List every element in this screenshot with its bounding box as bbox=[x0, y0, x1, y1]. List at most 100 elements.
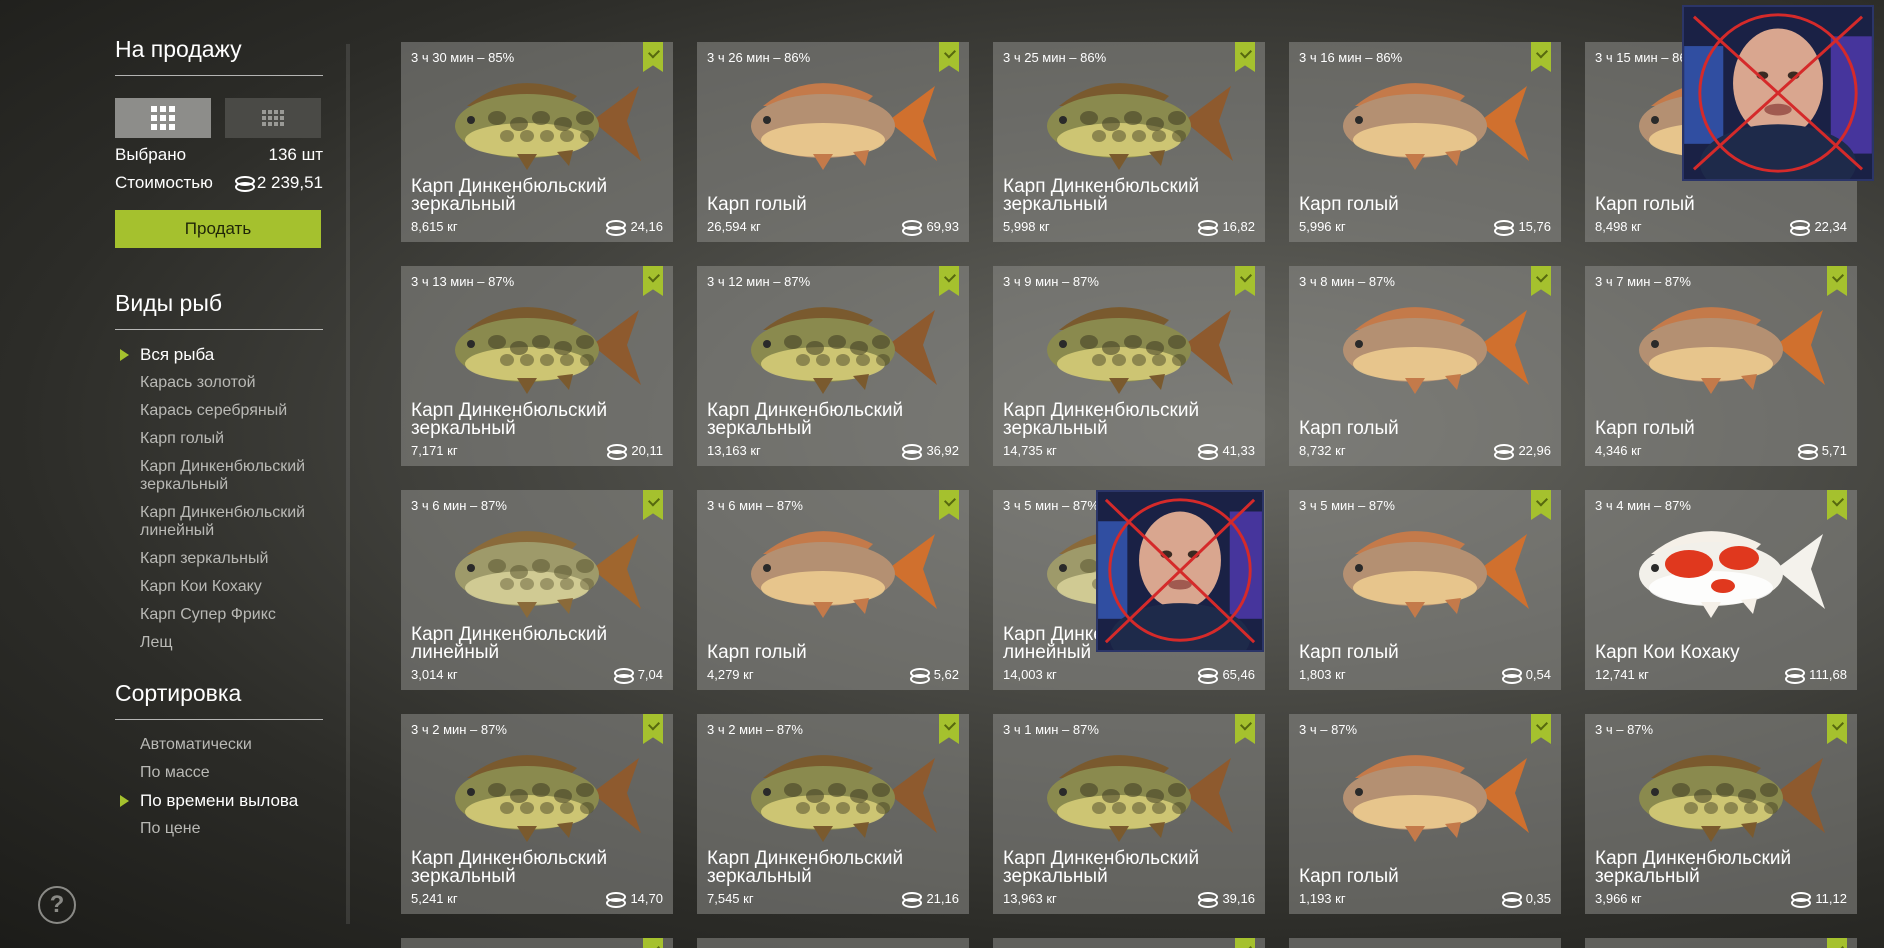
fish-name: Карп Кои Кохаку bbox=[1595, 642, 1740, 663]
fish-name: Карп голый bbox=[1595, 418, 1695, 439]
fish-card-partial[interactable] bbox=[401, 938, 673, 948]
coins-icon bbox=[902, 891, 923, 908]
fish-card[interactable]: 3 ч 13 мин – 87% Карп Динкенбюльский зер… bbox=[401, 266, 673, 466]
fish-weight: 5,241 кг bbox=[411, 891, 458, 906]
fish-card-partial[interactable] bbox=[1585, 938, 1857, 948]
fish-image bbox=[751, 83, 937, 170]
sort-option-item[interactable]: По цене bbox=[115, 820, 323, 838]
fish-card-partial[interactable] bbox=[1289, 938, 1561, 948]
fish-price-value: 14,70 bbox=[630, 891, 663, 906]
fish-card[interactable]: 3 ч 25 мин – 86% Карп Динкенбюльский зер… bbox=[993, 42, 1265, 242]
fish-price: 14,70 bbox=[606, 891, 663, 908]
fish-image bbox=[1343, 755, 1529, 842]
fish-card[interactable]: 3 ч 5 мин – 87% Карп голый 1,803 кг 0,54 bbox=[1289, 490, 1561, 690]
coins-icon bbox=[1501, 891, 1522, 908]
catch-time: 3 ч 12 мин – 87% bbox=[707, 274, 811, 289]
fish-name: Карп голый bbox=[1299, 866, 1399, 887]
fish-price-value: 21,16 bbox=[926, 891, 959, 906]
catch-time: 3 ч 5 мин – 87% bbox=[1003, 498, 1099, 513]
species-filter-item[interactable]: Карп Динкенбюльский зеркальный bbox=[115, 458, 323, 494]
fish-price: 0,54 bbox=[1501, 667, 1551, 684]
fish-weight: 3,966 кг bbox=[1595, 891, 1642, 906]
species-filter-item[interactable]: Карась золотой bbox=[115, 374, 323, 392]
fish-name: Карп Динкенбюльский зеркальный bbox=[1003, 400, 1200, 439]
fish-image bbox=[1343, 307, 1529, 394]
fish-price: 22,34 bbox=[1790, 219, 1847, 236]
fish-card[interactable]: 3 ч 1 мин – 87% Карп Динкенбюльский зерк… bbox=[993, 714, 1265, 914]
sort-option-item[interactable]: Автоматически bbox=[115, 736, 323, 754]
species-filter-item[interactable]: Карп зеркальный bbox=[115, 550, 323, 568]
fish-image bbox=[1343, 83, 1529, 170]
fish-card[interactable]: 3 ч 8 мин – 87% Карп голый 8,732 кг 22,9… bbox=[1289, 266, 1561, 466]
fish-card[interactable]: 3 ч 2 мин – 87% Карп Динкенбюльский зерк… bbox=[401, 714, 673, 914]
fish-card[interactable]: 3 ч 16 мин – 86% Карп голый 5,996 кг 15,… bbox=[1289, 42, 1561, 242]
species-filter-item[interactable]: Карп голый bbox=[115, 430, 323, 448]
species-filter-item[interactable]: Вся рыба bbox=[115, 346, 323, 364]
coins-icon bbox=[1791, 891, 1812, 908]
fish-name: Карп Динкенбюльский зеркальный bbox=[411, 176, 608, 215]
catch-time: 3 ч 5 мин – 87% bbox=[1299, 498, 1395, 513]
species-filter-item[interactable]: Карп Динкенбюльский линейный bbox=[115, 504, 323, 540]
coins-icon bbox=[909, 667, 930, 684]
coins-icon bbox=[1198, 443, 1219, 460]
large-grid-view-button[interactable] bbox=[115, 98, 211, 138]
coins-icon bbox=[1198, 219, 1219, 236]
fish-price-value: 22,96 bbox=[1518, 443, 1551, 458]
fish-card-partial[interactable] bbox=[697, 938, 969, 948]
fish-price-value: 39,16 bbox=[1222, 891, 1255, 906]
fish-price-value: 15,76 bbox=[1518, 219, 1551, 234]
fish-card[interactable]: 3 ч 4 мин – 87% Карп Кои Кохаку 12,741 к… bbox=[1585, 490, 1857, 690]
fish-card[interactable]: 3 ч 6 мин – 87% Карп голый 4,279 кг 5,62 bbox=[697, 490, 969, 690]
fish-name: Карп Динкенбюльский линейный bbox=[411, 624, 608, 663]
species-filter-item[interactable]: Карп Кои Кохаку bbox=[115, 578, 323, 596]
catch-time: 3 ч 30 мин – 85% bbox=[411, 50, 515, 65]
fish-weight: 14,735 кг bbox=[1003, 443, 1057, 458]
fish-card[interactable]: 3 ч 9 мин – 87% Карп Динкенбюльский зерк… bbox=[993, 266, 1265, 466]
fish-name: Карп Динкенбюльский зеркальный bbox=[411, 848, 608, 887]
help-icon[interactable]: ? bbox=[38, 886, 76, 924]
coins-icon bbox=[607, 443, 628, 460]
fish-weight: 8,498 кг bbox=[1595, 219, 1642, 234]
sort-option-item[interactable]: По времени вылова bbox=[115, 792, 323, 810]
fish-card[interactable]: 3 ч 30 мин – 85% Карп Динкенбюльский зер… bbox=[401, 42, 673, 242]
fish-name: Карп голый bbox=[707, 642, 807, 663]
catch-time: 3 ч 7 мин – 87% bbox=[1595, 274, 1691, 289]
fish-image bbox=[1047, 755, 1233, 842]
fish-card-partial[interactable] bbox=[993, 938, 1265, 948]
coins-icon bbox=[1790, 219, 1811, 236]
fish-price: 69,93 bbox=[902, 219, 959, 236]
species-filter-item[interactable]: Лещ bbox=[115, 634, 323, 652]
fish-card[interactable]: 3 ч 2 мин – 87% Карп Динкенбюльский зерк… bbox=[697, 714, 969, 914]
fish-price: 22,96 bbox=[1494, 443, 1551, 460]
sidebar-divider bbox=[346, 44, 350, 924]
cost-label: Стоимостью bbox=[115, 173, 213, 192]
species-filter-item[interactable]: Карп Супер Фрикс bbox=[115, 606, 323, 624]
fish-card[interactable]: 3 ч 12 мин – 87% Карп Динкенбюльский зер… bbox=[697, 266, 969, 466]
fish-price-value: 36,92 bbox=[926, 443, 959, 458]
selected-check-icon[interactable] bbox=[643, 938, 663, 948]
coins-icon bbox=[1494, 443, 1515, 460]
fish-card[interactable]: 3 ч 7 мин – 87% Карп голый 4,346 кг 5,71 bbox=[1585, 266, 1857, 466]
selected-check-icon[interactable] bbox=[1827, 938, 1847, 948]
webcam-person-image bbox=[1684, 7, 1872, 179]
catch-time: 3 ч – 87% bbox=[1299, 722, 1358, 737]
fish-name: Карп голый bbox=[1299, 418, 1399, 439]
catch-time: 3 ч 8 мин – 87% bbox=[1299, 274, 1395, 289]
fish-image bbox=[455, 755, 641, 842]
sort-option-item[interactable]: По массе bbox=[115, 764, 323, 782]
selected-check-icon[interactable] bbox=[1235, 938, 1255, 948]
coins-icon bbox=[1198, 891, 1219, 908]
fish-card[interactable]: 3 ч – 87% Карп голый 1,193 кг 0,35 bbox=[1289, 714, 1561, 914]
small-grid-view-button[interactable] bbox=[225, 98, 321, 138]
cost-value: 2 239,51 bbox=[256, 173, 323, 192]
fish-name: Карп Динкенбюльский зеркальный bbox=[1003, 848, 1200, 887]
fish-card[interactable]: 3 ч 6 мин – 87% Карп Динкенбюльский лине… bbox=[401, 490, 673, 690]
fish-card[interactable]: 3 ч 26 мин – 86% Карп голый 26,594 кг 69… bbox=[697, 42, 969, 242]
fish-card[interactable]: 3 ч – 87% Карп Динкенбюльский зеркальный… bbox=[1585, 714, 1857, 914]
fish-name: Карп голый bbox=[1299, 642, 1399, 663]
fish-image bbox=[1047, 83, 1233, 170]
species-filter-item[interactable]: Карась серебряный bbox=[115, 402, 323, 420]
fish-name: Карп Динкенбюльский зеркальный bbox=[1595, 848, 1792, 887]
selected-value: 136 шт bbox=[268, 145, 323, 164]
sell-button[interactable]: Продать bbox=[115, 210, 321, 248]
